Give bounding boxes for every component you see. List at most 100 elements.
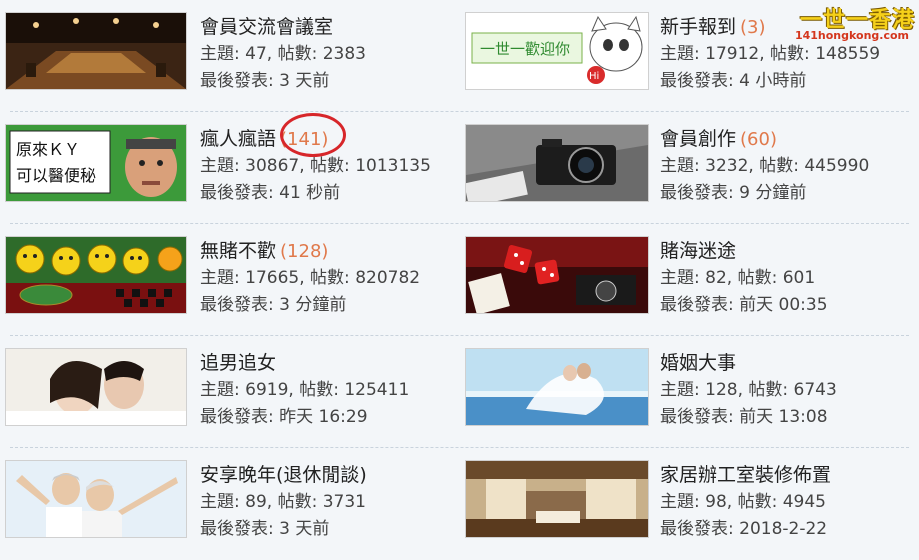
posts-label: , 帖數: [266,492,323,512]
forum-title[interactable]: 無賭不歡 [200,240,276,262]
interior-room-image[interactable] [465,460,649,538]
forum-title[interactable]: 會員交流會議室 [200,16,333,38]
couple-image[interactable] [5,348,187,426]
last-post-time[interactable]: 3 天前 [279,71,329,91]
forum-title[interactable]: 婚姻大事 [660,352,736,374]
posts-label: , 帖數: [726,492,783,512]
topics-label: 主題: [660,380,706,400]
forum-info: 家居辦工室裝修佈置 主題: 98, 帖數: 4945 最後發表: 2018-2-… [660,462,835,543]
topics-label: 主題: [200,492,246,512]
forum-title[interactable]: 賭海迷途 [660,240,736,262]
forum-info: 追男追女 主題: 6919, 帖數: 125411 最後發表: 昨天 16:29 [200,350,409,431]
forum-entry: 原來ＫＹ 可以醫便秘 瘋人瘋語 (141) 主題: 30867, 帖數: 1013… [0,112,459,224]
welcome-hi-image[interactable]: 一世一歡迎你 Hi [465,12,649,90]
forum-info: 無賭不歡 (128) 主題: 17665, 帖數: 820782 最後發表: 3 … [200,238,420,319]
topics-count: 17665 [245,268,300,288]
forum-title[interactable]: 家居辦工室裝修佈置 [660,464,831,486]
posts-count: 125411 [344,380,410,400]
last-post-label: 最後發表: [660,183,740,203]
highlight-circle [280,113,346,157]
posts-label: , 帖數: [726,268,783,288]
posts-count: 4945 [782,492,826,512]
casino-smileys-image[interactable] [5,236,187,314]
posts-label: , 帖數: [748,156,805,176]
forum-info: 賭海迷途 主題: 82, 帖數: 601 最後發表: 前天 00:35 [660,238,828,319]
forum-title[interactable]: 新手報到 [660,16,736,38]
forum-title[interactable]: 追男追女 [200,352,276,374]
last-post-label: 最後發表: [660,295,740,315]
last-post-time[interactable]: 前天 13:08 [739,407,827,427]
last-post-label: 最後發表: [200,71,280,91]
topics-count: 30867 [245,156,300,176]
forum-row: 原來ＫＹ 可以醫便秘 瘋人瘋語 (141) 主題: 30867, 帖數: 1013… [0,112,919,224]
posts-count: 3731 [322,492,366,512]
today-count: (128) [280,241,329,262]
topics-label: 主題: [660,156,706,176]
svg-text:一世一歡迎你: 一世一歡迎你 [480,40,570,58]
topics-count: 128 [705,380,738,400]
camera-image[interactable] [465,124,649,202]
svg-text:Hi: Hi [589,71,599,82]
ky-man-image[interactable]: 原來ＫＹ 可以醫便秘 [5,124,187,202]
forum-title[interactable]: 安享晚年(退休閒談) [200,464,367,486]
posts-count: 820782 [355,268,421,288]
wedding-image[interactable] [465,348,649,426]
posts-count: 445990 [804,156,870,176]
posts-count: 601 [782,268,816,288]
last-post-time[interactable]: 9 分鐘前 [739,183,806,203]
posts-label: , 帖數: [266,44,323,64]
last-post-time[interactable]: 3 天前 [279,519,329,539]
posts-label: , 帖數: [299,268,356,288]
site-watermark: 一世一香港 141hongkong.com [793,2,915,44]
forum-row: 追男追女 主題: 6919, 帖數: 125411 最後發表: 昨天 16:29… [0,336,919,448]
topics-label: 主題: [200,44,246,64]
forum-row: 安享晚年(退休閒談) 主題: 89, 帖數: 3731 最後發表: 3 天前 家… [0,448,919,560]
topics-label: 主題: [200,156,246,176]
forum-row: 會員交流會議室 主題: 47, 帖數: 2383 最後發表: 3 天前 一世一歡… [0,0,919,112]
last-post-time[interactable]: 2018-2-22 [739,519,827,539]
topics-label: 主題: [660,492,706,512]
last-post-time[interactable]: 3 分鐘前 [279,295,346,315]
posts-label: , 帖數: [737,380,794,400]
last-post-time[interactable]: 41 秒前 [279,183,340,203]
dice-cards-image[interactable] [465,236,649,314]
last-post-label: 最後發表: [200,519,280,539]
posts-label: , 帖數: [288,380,345,400]
forum-title[interactable]: 瘋人瘋語 [200,128,276,150]
topics-label: 主題: [200,268,246,288]
forum-info: 會員創作 (60) 主題: 3232, 帖數: 445990 最後發表: 9 分鐘… [660,126,869,207]
posts-label: , 帖數: [759,44,816,64]
forum-info: 婚姻大事 主題: 128, 帖數: 6743 最後發表: 前天 13:08 [660,350,837,431]
topics-count: 17912 [705,44,760,64]
forum-entry: 會員交流會議室 主題: 47, 帖數: 2383 最後發表: 3 天前 [0,0,459,112]
last-post-label: 最後發表: [200,183,280,203]
posts-count: 148559 [815,44,881,64]
svg-text:可以醫便秘: 可以醫便秘 [16,166,96,185]
last-post-label: 最後發表: [660,519,740,539]
forum-title[interactable]: 會員創作 [660,128,736,150]
posts-count: 1013135 [355,156,431,176]
last-post-label: 最後發表: [200,407,280,427]
topics-count: 6919 [245,380,289,400]
last-post-time[interactable]: 4 小時前 [739,71,806,91]
topics-count: 98 [705,492,727,512]
topics-count: 82 [705,268,727,288]
forum-entry: 無賭不歡 (128) 主題: 17665, 帖數: 820782 最後發表: 3 … [0,224,459,336]
today-count: (3) [740,17,766,38]
posts-count: 2383 [322,44,366,64]
meeting-room-image[interactable] [5,12,187,90]
topics-count: 89 [245,492,267,512]
topics-label: 主題: [660,268,706,288]
posts-count: 6743 [793,380,837,400]
forum-entry: 家居辦工室裝修佈置 主題: 98, 帖數: 4945 最後發表: 2018-2-… [460,448,919,560]
topics-count: 3232 [705,156,749,176]
last-post-time[interactable]: 昨天 16:29 [279,407,367,427]
forum-entry: 安享晚年(退休閒談) 主題: 89, 帖數: 3731 最後發表: 3 天前 [0,448,459,560]
forum-grid: 會員交流會議室 主題: 47, 帖數: 2383 最後發表: 3 天前 一世一歡… [0,0,919,553]
last-post-label: 最後發表: [200,295,280,315]
forum-entry: 賭海迷途 主題: 82, 帖數: 601 最後發表: 前天 00:35 [460,224,919,336]
today-count: (60) [740,129,777,150]
elderly-couple-image[interactable] [5,460,187,538]
last-post-time[interactable]: 前天 00:35 [739,295,827,315]
watermark-url: 141hongkong.com [794,29,909,42]
